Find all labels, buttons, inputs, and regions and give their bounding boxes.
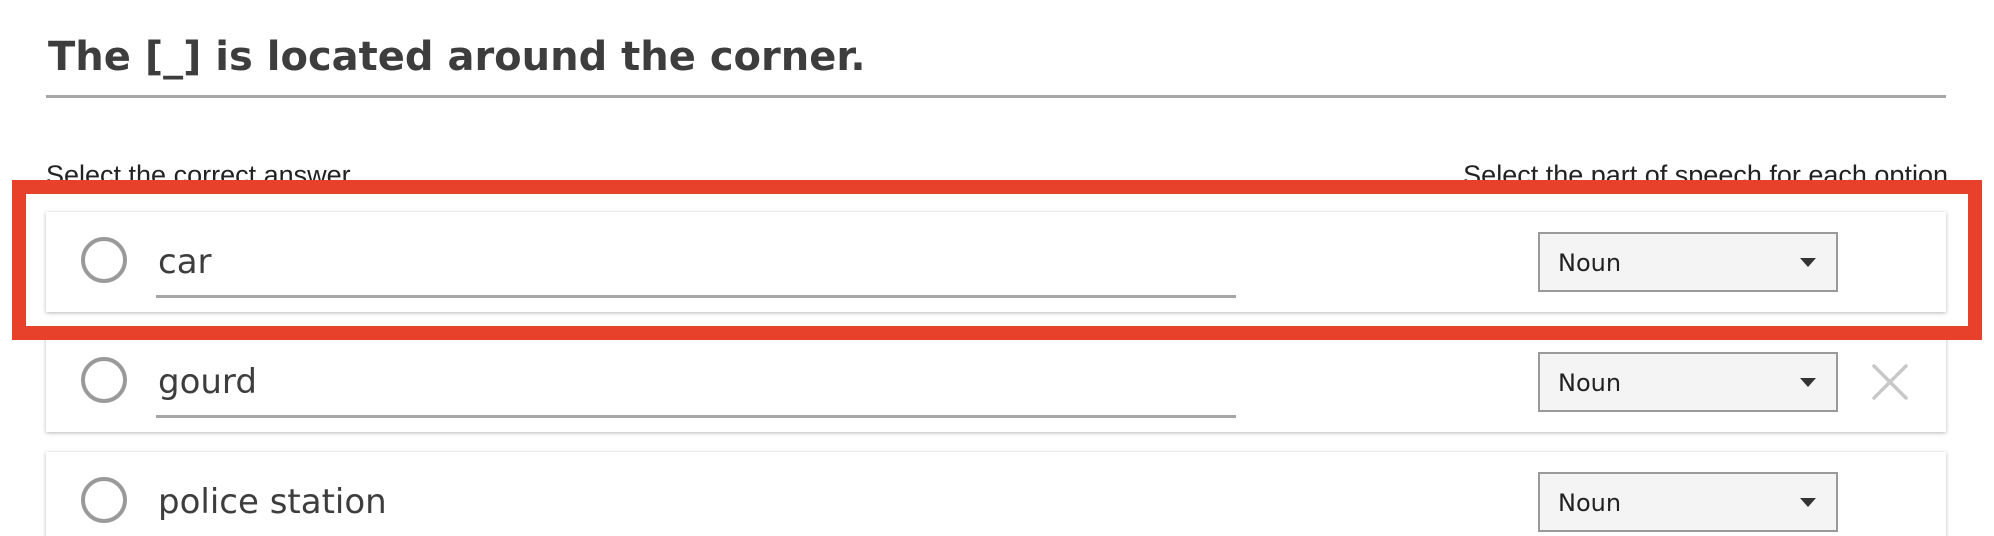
chevron-down-icon (1800, 378, 1816, 387)
chevron-down-icon (1800, 498, 1816, 507)
answer-option-car: car Noun (46, 212, 1946, 312)
question-text: The [_] is located around the corner. (48, 34, 866, 80)
option-text: gourd (158, 362, 257, 402)
answer-radio[interactable] (81, 237, 127, 283)
option-text: police station (158, 482, 387, 522)
remove-option-button[interactable] (1868, 360, 1912, 404)
answer-option-gourd: gourd Noun (46, 332, 1946, 432)
option-text: car (158, 242, 212, 282)
question-field[interactable]: The [_] is located around the corner. (46, 30, 1946, 98)
part-of-speech-value: Noun (1558, 489, 1622, 517)
close-icon (1872, 364, 1908, 400)
part-of-speech-select[interactable]: Noun (1538, 232, 1838, 292)
option-text-field[interactable]: police station (156, 468, 1236, 536)
part-of-speech-select[interactable]: Noun (1538, 352, 1838, 412)
option-text-field[interactable]: car (156, 228, 1236, 298)
chevron-down-icon (1800, 258, 1816, 267)
part-of-speech-select[interactable]: Noun (1538, 472, 1838, 532)
answer-option-police-station: police station Noun (46, 452, 1946, 536)
part-of-speech-value: Noun (1558, 369, 1622, 397)
part-of-speech-value: Noun (1558, 249, 1622, 277)
option-text-field[interactable]: gourd (156, 348, 1236, 418)
question-editor: The [_] is located around the corner. Se… (0, 0, 1994, 536)
part-of-speech-instruction: Select the part of speech for each optio… (1463, 160, 1948, 190)
answer-radio[interactable] (81, 357, 127, 403)
answer-radio[interactable] (81, 477, 127, 523)
select-answer-instruction: Select the correct answer (46, 160, 351, 190)
